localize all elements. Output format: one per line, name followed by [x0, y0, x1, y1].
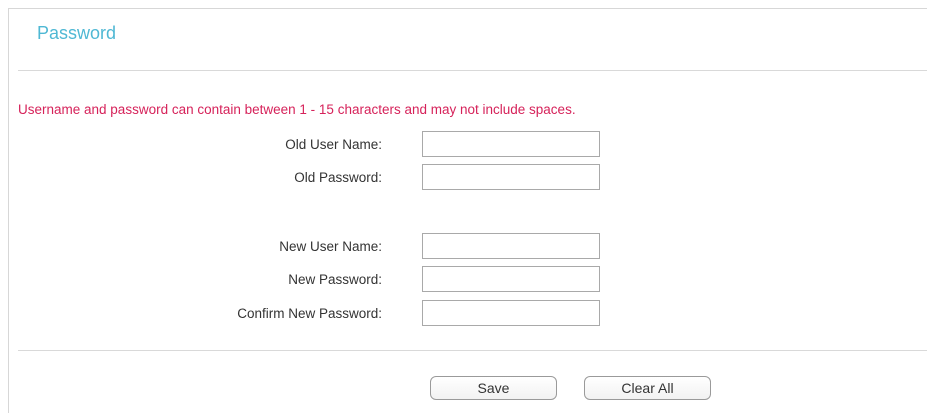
top-divider	[18, 70, 927, 71]
new-password-input[interactable]	[422, 266, 600, 292]
new-password-label: New Password:	[288, 272, 382, 287]
save-button[interactable]: Save	[430, 376, 557, 400]
confirm-new-password-input[interactable]	[422, 300, 600, 326]
old-user-name-row: Old User Name:	[0, 131, 927, 157]
bottom-divider	[18, 350, 927, 351]
confirm-new-password-row: Confirm New Password:	[0, 300, 927, 326]
page-title: Password	[37, 23, 117, 43]
old-user-name-label: Old User Name:	[285, 137, 382, 152]
password-rules-notice: Username and password can contain betwee…	[18, 102, 576, 117]
clear-all-button[interactable]: Clear All	[584, 376, 711, 400]
new-password-row: New Password:	[0, 266, 927, 292]
old-user-name-input[interactable]	[422, 131, 600, 157]
password-panel	[8, 8, 927, 413]
confirm-new-password-label: Confirm New Password:	[237, 306, 382, 321]
new-user-name-row: New User Name:	[0, 233, 927, 259]
old-password-input[interactable]	[422, 164, 600, 190]
old-password-row: Old Password:	[0, 164, 927, 190]
new-user-name-input[interactable]	[422, 233, 600, 259]
new-user-name-label: New User Name:	[279, 239, 382, 254]
old-password-label: Old Password:	[294, 170, 382, 185]
